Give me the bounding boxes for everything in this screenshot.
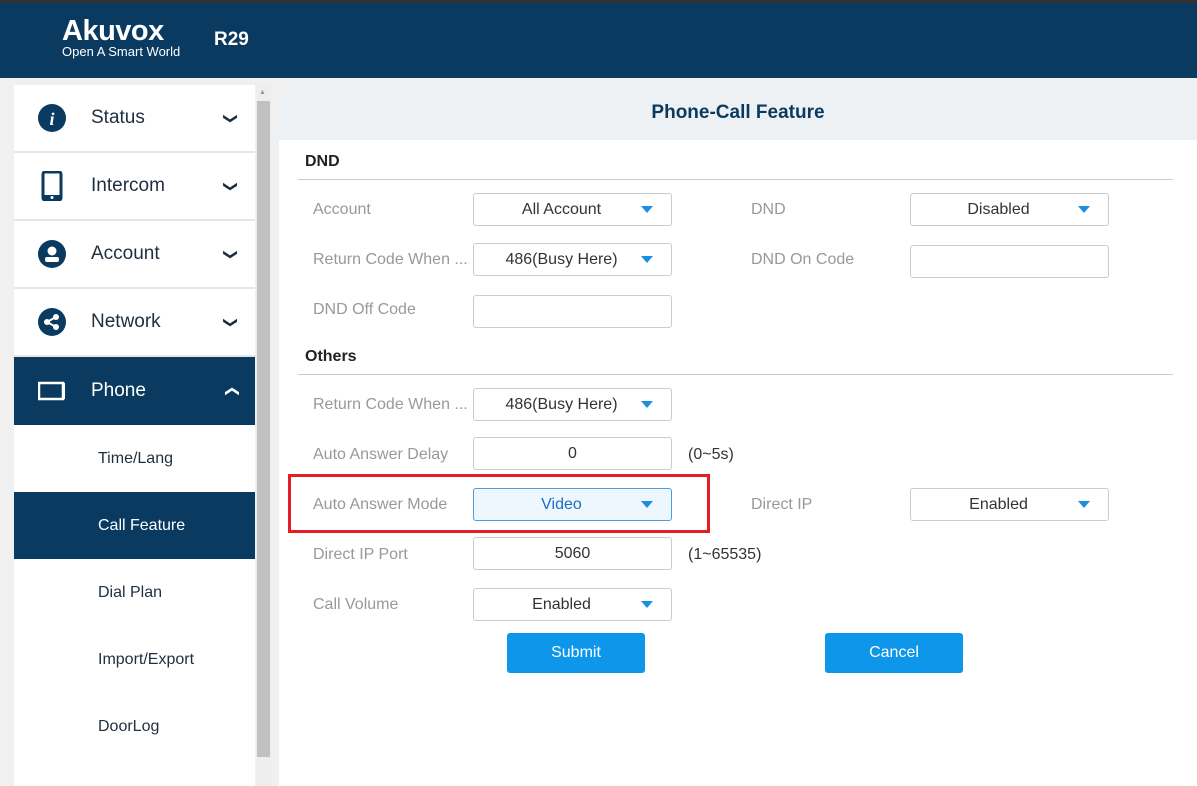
divider	[298, 374, 1173, 375]
sidebar-item-label: Status	[91, 107, 145, 128]
dnd-heading: DND	[305, 153, 340, 170]
return-code-value: 486(Busy Here)	[505, 396, 618, 413]
sidebar-item-status[interactable]: i Status ❯	[14, 85, 255, 153]
sidebar-item-label: Account	[91, 243, 160, 264]
sidebar-subitem-dial-plan[interactable]: Dial Plan	[14, 559, 255, 626]
direct-ip-port-input[interactable]: 5060	[473, 537, 672, 570]
port-range-hint: (1~65535)	[688, 546, 762, 563]
brand-name: Akuvox	[62, 15, 164, 47]
dnd-return-code-select[interactable]: 486(Busy Here)	[473, 243, 672, 276]
caret-down-icon	[641, 206, 653, 213]
chevron-down-icon: ❯	[223, 112, 240, 124]
auto-answer-delay-label: Auto Answer Delay	[313, 446, 449, 463]
sidebar: i Status ❯ Intercom ❯ Account ❯ Network …	[14, 85, 255, 786]
sidebar-subitem-time-lang[interactable]: Time/Lang	[14, 425, 255, 492]
divider	[298, 179, 1173, 180]
model-label: R29	[214, 29, 249, 50]
main-panel: Phone-Call Feature DND Account All Accou…	[279, 85, 1197, 786]
call-volume-label: Call Volume	[313, 596, 399, 613]
delay-range-hint: (0~5s)	[688, 446, 734, 463]
submit-button[interactable]: Submit	[507, 633, 645, 673]
account-label: Account	[313, 201, 371, 218]
caret-down-icon	[641, 256, 653, 263]
dnd-label: DND	[751, 201, 786, 218]
sidebar-item-label: Network	[91, 311, 161, 332]
dnd-return-code-label: Return Code When ...	[313, 251, 468, 268]
user-icon	[38, 240, 66, 268]
caret-down-icon	[1078, 501, 1090, 508]
scrollbar-thumb[interactable]	[257, 101, 270, 757]
return-code-value: 486(Busy Here)	[505, 251, 618, 268]
dnd-on-code-input[interactable]	[910, 245, 1109, 278]
chevron-down-icon: ❯	[223, 180, 240, 192]
top-header: Akuvox Open A Smart World R29	[0, 0, 1197, 78]
direct-ip-port-label: Direct IP Port	[313, 546, 408, 563]
sidebar-subitem-call-feature[interactable]: Call Feature	[14, 492, 255, 559]
sidebar-subitem-import-export[interactable]: Import/Export	[14, 626, 255, 693]
sidebar-item-network[interactable]: Network ❯	[14, 289, 255, 357]
auto-answer-delay-input[interactable]: 0	[473, 437, 672, 470]
dnd-off-code-label: DND Off Code	[313, 301, 416, 318]
info-icon: i	[38, 104, 66, 132]
share-icon	[38, 308, 66, 336]
svg-text:i: i	[49, 109, 54, 129]
sidebar-item-label: Phone	[91, 380, 146, 401]
dnd-value: Disabled	[967, 201, 1030, 218]
sidebar-subitem-doorlog[interactable]: DoorLog	[14, 693, 255, 760]
tablet-icon	[38, 171, 66, 201]
direct-ip-select[interactable]: Enabled	[910, 488, 1109, 521]
others-return-code-select[interactable]: 486(Busy Here)	[473, 388, 672, 421]
others-return-code-label: Return Code When ...	[313, 396, 468, 413]
dnd-select[interactable]: Disabled	[910, 193, 1109, 226]
direct-ip-label: Direct IP	[751, 496, 813, 513]
direct-ip-value: Enabled	[969, 496, 1028, 513]
caret-down-icon	[1078, 206, 1090, 213]
caret-down-icon	[641, 601, 653, 608]
sidebar-scrollbar[interactable]: ▲	[256, 85, 271, 786]
dnd-on-code-label: DND On Code	[751, 251, 855, 268]
account-select[interactable]: All Account	[473, 193, 672, 226]
chevron-down-icon: ❯	[223, 316, 240, 328]
chevron-down-icon: ❯	[223, 248, 240, 260]
sidebar-item-label: Intercom	[91, 175, 165, 196]
call-volume-select[interactable]: Enabled	[473, 588, 672, 621]
scroll-up-arrow-icon[interactable]: ▲	[259, 89, 266, 96]
others-heading: Others	[305, 348, 357, 365]
cancel-button[interactable]: Cancel	[825, 633, 963, 673]
dnd-off-code-input[interactable]	[473, 295, 672, 328]
highlight-box	[288, 474, 710, 533]
sidebar-item-account[interactable]: Account ❯	[14, 221, 255, 289]
phone-screen-icon	[38, 377, 66, 405]
account-value: All Account	[521, 201, 602, 218]
akuvox-logo: Akuvox Open A Smart World	[62, 15, 181, 59]
brand-slogan: Open A Smart World	[62, 44, 181, 59]
page-title: Phone-Call Feature	[279, 85, 1197, 140]
sidebar-item-phone[interactable]: Phone ❯	[14, 357, 255, 425]
volume-value: Enabled	[532, 596, 591, 613]
sidebar-item-intercom[interactable]: Intercom ❯	[14, 153, 255, 221]
caret-down-icon	[641, 401, 653, 408]
chevron-up-icon: ❯	[222, 385, 239, 397]
